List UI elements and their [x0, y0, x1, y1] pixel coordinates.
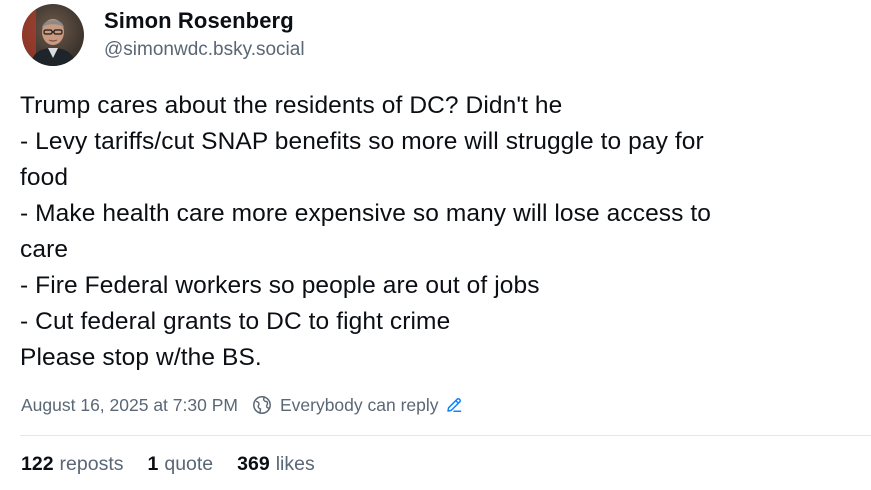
- reposts-count: 122: [21, 453, 54, 475]
- post-text-line: - Levy tariffs/cut SNAP benefits so more…: [20, 128, 704, 155]
- post-text-line: care: [20, 236, 69, 263]
- post-card: Simon Rosenberg @simonwdc.bsky.social Tr…: [0, 0, 871, 490]
- quotes-count: 1: [147, 453, 159, 475]
- reposts-label: reposts: [59, 453, 124, 475]
- reply-setting-label[interactable]: Everybody can reply: [280, 395, 439, 416]
- likes-count: 369: [237, 453, 270, 475]
- quotes-label: quote: [164, 453, 214, 475]
- post-timestamp[interactable]: August 16, 2025 at 7:30 PM: [21, 395, 238, 416]
- author-display-name[interactable]: Simon Rosenberg: [104, 7, 305, 35]
- post-stats: 122 reposts 1 quote 369 likes: [21, 451, 339, 477]
- likes-stat[interactable]: 369 likes: [237, 451, 315, 477]
- avatar[interactable]: [22, 4, 84, 66]
- post-text-line: - Fire Federal workers so people are out…: [20, 272, 540, 299]
- pencil-icon[interactable]: [445, 396, 463, 414]
- post-header: Simon Rosenberg @simonwdc.bsky.social: [22, 4, 305, 66]
- post-text-line: Trump cares about the residents of DC? D…: [20, 92, 563, 119]
- post-meta: August 16, 2025 at 7:30 PM Everybody can…: [21, 392, 463, 418]
- quotes-stat[interactable]: 1 quote: [148, 451, 214, 477]
- globe-icon: [252, 395, 272, 415]
- post-text: Trump cares about the residents of DC? D…: [20, 88, 860, 376]
- post-text-line: - Make health care more expensive so man…: [20, 200, 712, 227]
- post-text-line: food: [20, 164, 69, 191]
- post-text-line: - Cut federal grants to DC to fight crim…: [20, 308, 451, 335]
- author-handle[interactable]: @simonwdc.bsky.social: [104, 37, 305, 63]
- reposts-stat[interactable]: 122 reposts: [21, 451, 124, 477]
- likes-label: likes: [275, 453, 315, 475]
- author-names: Simon Rosenberg @simonwdc.bsky.social: [104, 7, 305, 63]
- person-avatar-icon: [22, 4, 84, 66]
- divider: [20, 435, 871, 436]
- post-text-line: Please stop w/the BS.: [20, 344, 262, 371]
